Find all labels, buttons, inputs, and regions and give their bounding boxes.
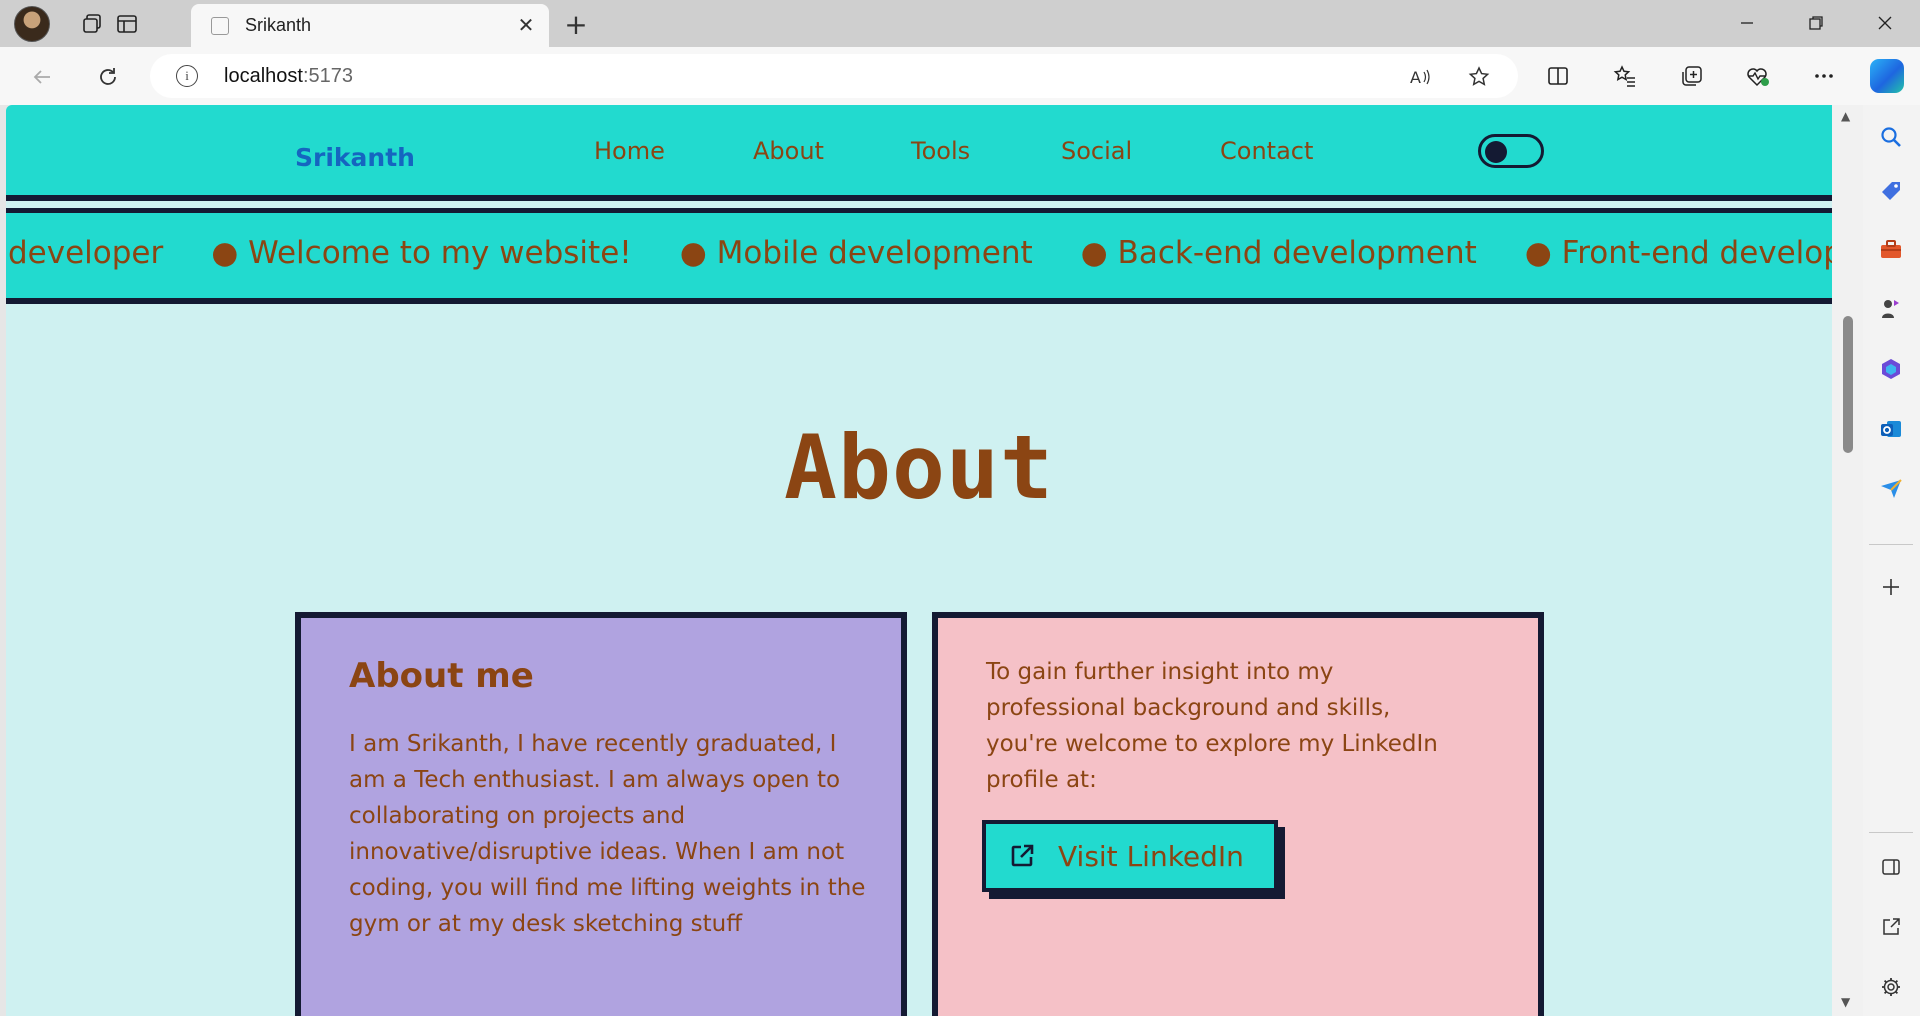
url-text[interactable]: localhost:5173 [224, 65, 353, 88]
open-external-icon[interactable] [1877, 913, 1905, 941]
close-tab-icon[interactable]: ✕ [513, 12, 539, 38]
scroll-down-arrow-icon[interactable]: ▼ [1841, 995, 1850, 1009]
page-favicon-icon [211, 17, 229, 35]
add-sidebar-app-icon[interactable] [1877, 573, 1905, 601]
section-title: About [784, 416, 1054, 519]
visit-linkedin-button[interactable]: Visit LinkedIn [982, 820, 1278, 892]
copilot-icon[interactable] [1870, 59, 1904, 93]
favorites-icon[interactable] [1608, 60, 1642, 92]
restore-window-icon[interactable] [1792, 4, 1840, 42]
marquee-track: developer ● Welcome to my website! ● Mobil… [8, 235, 1832, 271]
scroll-up-arrow-icon[interactable]: ▲ [1841, 109, 1850, 123]
marquee-item: developer [8, 235, 164, 271]
url-port: :5173 [302, 65, 353, 87]
marquee-item: ● Welcome to my website! [211, 235, 632, 271]
outlook-icon[interactable] [1877, 415, 1905, 443]
browser-essentials-icon[interactable] [1741, 60, 1775, 92]
page-scrollbar[interactable]: ▲ ▼ [1832, 105, 1863, 1016]
about-me-text: I am Srikanth, I have recently graduated… [349, 731, 866, 937]
edge-sidebar [1863, 105, 1920, 1016]
sidebar-divider [1869, 544, 1913, 545]
split-screen-icon[interactable] [1541, 60, 1575, 92]
site-info-icon[interactable]: i [176, 65, 198, 87]
external-link-icon [1008, 842, 1036, 870]
collections-icon[interactable] [1675, 60, 1709, 92]
marquee-banner: developer ● Welcome to my website! ● Mobil… [6, 208, 1832, 304]
marquee-item: ● Front-end development [1524, 235, 1832, 271]
about-me-card: About me I am Srikanth, I have recently … [295, 612, 907, 1016]
toolbox-icon[interactable] [1877, 235, 1905, 263]
address-bar[interactable]: i localhost:5173 A [150, 54, 1518, 98]
vertical-tabs-icon[interactable] [109, 7, 145, 41]
new-tab-button[interactable]: + [558, 8, 594, 41]
read-aloud-icon[interactable]: A [1406, 64, 1434, 90]
nav-link-social[interactable]: Social [1061, 137, 1132, 165]
toggle-knob [1485, 141, 1507, 163]
search-icon[interactable] [1877, 123, 1905, 151]
url-host: localhost [224, 65, 303, 87]
drop-send-icon[interactable] [1877, 475, 1905, 503]
svg-text:A: A [1410, 68, 1421, 87]
favorite-star-icon[interactable] [1465, 64, 1493, 90]
visit-linkedin-label: Visit LinkedIn [1058, 839, 1244, 873]
refresh-icon[interactable] [90, 59, 126, 95]
more-options-icon[interactable] [1807, 60, 1841, 92]
site-navbar: Srikanth Home About Tools Social Contact [6, 105, 1832, 201]
tab-title: Srikanth [245, 15, 312, 35]
active-tab[interactable]: Srikanth ✕ [191, 4, 549, 47]
page-viewport: Srikanth Home About Tools Social Contact… [6, 105, 1832, 1016]
close-window-icon[interactable] [1861, 4, 1909, 42]
site-brand[interactable]: Srikanth [295, 143, 415, 172]
hide-sidebar-icon[interactable] [1877, 853, 1905, 881]
scroll-thumb[interactable] [1843, 316, 1853, 453]
nav-link-home[interactable]: Home [594, 137, 665, 165]
about-me-heading: About me [349, 656, 534, 696]
marquee-item: ● Mobile development [679, 235, 1033, 271]
nav-link-about[interactable]: About [753, 137, 824, 165]
microsoft-365-icon[interactable] [1877, 355, 1905, 383]
settings-gear-icon[interactable] [1877, 973, 1905, 1001]
games-icon[interactable] [1877, 295, 1905, 323]
linkedin-text: To gain further insight into my professi… [986, 659, 1438, 793]
browser-tab-bar: Srikanth ✕ + [0, 0, 1920, 47]
browser-toolbar: i localhost:5173 A [0, 47, 1920, 105]
linkedin-card: To gain further insight into my professi… [932, 612, 1544, 1016]
nav-link-tools[interactable]: Tools [911, 137, 970, 165]
theme-toggle[interactable] [1478, 134, 1544, 168]
marquee-item: ● Back-end development [1080, 235, 1477, 271]
minimize-window-icon[interactable] [1723, 4, 1771, 42]
profile-avatar[interactable] [14, 6, 50, 42]
shopping-tag-icon[interactable] [1877, 177, 1905, 205]
back-arrow-icon[interactable] [24, 59, 60, 95]
workspaces-icon[interactable] [74, 7, 110, 41]
nav-link-contact[interactable]: Contact [1220, 137, 1313, 165]
sidebar-divider [1869, 832, 1913, 833]
